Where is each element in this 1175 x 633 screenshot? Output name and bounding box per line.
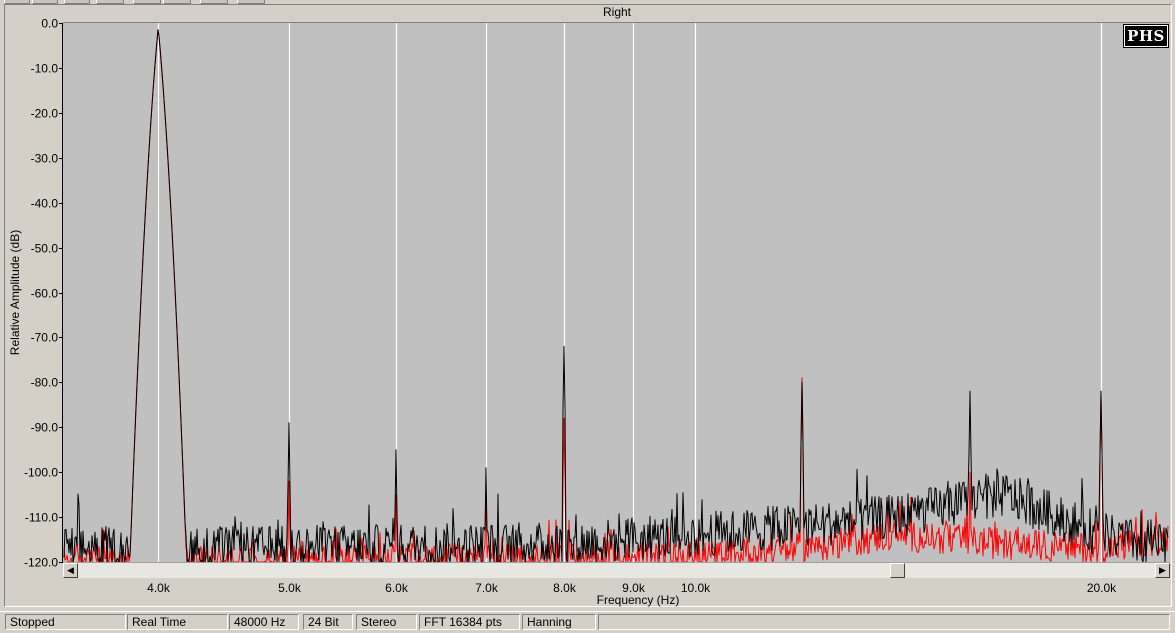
y-tick-label: -20.0 [31, 107, 59, 121]
y-tick-label: -90.0 [31, 421, 59, 435]
x-tick-label: 10.0k [681, 581, 711, 595]
y-axis-label: Relative Amplitude (dB) [8, 230, 22, 355]
status-sample-rate: 48000 Hz [229, 614, 299, 630]
y-tick-label: -60.0 [31, 287, 59, 301]
x-tick-label: 5.0k [278, 581, 302, 595]
x-axis-label: Frequency (Hz) [597, 593, 680, 607]
y-tick-label: -100.0 [24, 466, 58, 480]
horizontal-scrollbar[interactable]: ◀ ▶ [63, 562, 1170, 578]
status-fft-size: FFT 16384 pts [419, 614, 520, 630]
y-tick-label: -70.0 [31, 331, 59, 345]
scrollbar-thumb[interactable] [890, 563, 905, 578]
status-window: Hanning [522, 614, 596, 630]
x-tick-label: 6.0k [385, 581, 409, 595]
x-tick-label: 8.0k [553, 581, 577, 595]
y-tick-label: -110.0 [25, 511, 58, 525]
phs-logo: PHS [1123, 24, 1169, 48]
y-tick-label: -10.0 [31, 62, 59, 76]
x-tick-label: 4.0k [147, 581, 171, 595]
y-tick-label: -50.0 [31, 242, 59, 256]
status-state: Stopped [5, 614, 126, 630]
scroll-left-arrow-icon[interactable]: ◀ [63, 563, 78, 578]
y-tick-label: -30.0 [31, 152, 59, 166]
status-bar: Stopped Real Time 48000 Hz 24 Bit Stereo… [0, 611, 1175, 633]
y-tick-label: 0.0 [41, 17, 58, 31]
status-extra [598, 614, 1170, 630]
status-bit-depth: 24 Bit [303, 614, 353, 630]
scroll-right-arrow-icon[interactable]: ▶ [1155, 563, 1170, 578]
spectrum-chart: 4.0k 5.0k 6.0k 7.0k 8.0k 9.0k 10.0k 20.0k0.0-10… [8, 17, 1170, 607]
status-mode: Real Time [127, 614, 228, 630]
x-tick-label: 20.0k [1087, 581, 1117, 595]
y-tick-label: -120.0 [24, 556, 58, 570]
status-channels: Stereo [356, 614, 417, 630]
x-tick-label: 7.0k [475, 581, 499, 595]
y-tick-label: -40.0 [31, 197, 59, 211]
y-tick-label: -80.0 [31, 376, 59, 390]
